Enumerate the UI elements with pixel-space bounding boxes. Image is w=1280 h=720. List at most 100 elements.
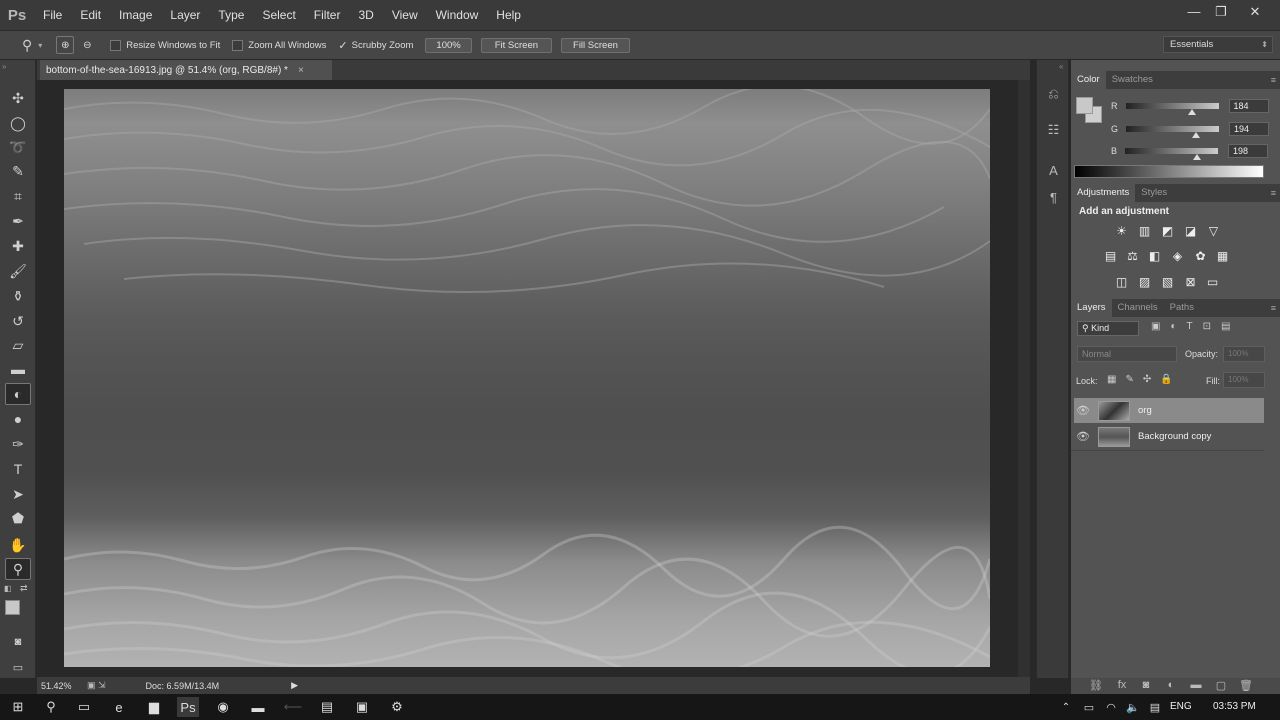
history-icon[interactable]: ⎌ [1043,84,1064,104]
healing-brush-tool-icon[interactable]: ✚ [5,235,31,257]
expand-icon[interactable]: « [1059,62,1063,71]
properties-icon[interactable]: ☷ [1043,120,1064,140]
menu-help[interactable]: Help [487,0,530,30]
layer-name[interactable]: org [1138,405,1152,416]
blue-slider[interactable] [1125,148,1219,160]
tab-paths[interactable]: Paths [1164,299,1200,317]
adjustment-layer-icon[interactable]: ◐ [1162,678,1180,692]
invert-icon[interactable]: ◫ [1113,275,1130,289]
clock[interactable]: 03:53 PM [1213,701,1256,712]
clone-stamp-tool-icon[interactable]: ⚱ [5,285,31,307]
menu-layer[interactable]: Layer [161,0,209,30]
gradient-tool-icon[interactable]: ▬ [5,358,31,380]
panel-menu-icon[interactable]: ≡ [1271,75,1276,85]
lock-icons[interactable]: ▦✎✣🔒 [1107,374,1182,385]
eye-icon[interactable]: 👁 [1074,430,1092,443]
restore-button[interactable]: ❐ [1205,0,1237,24]
close-tab-icon[interactable]: × [298,65,304,76]
zoom-out-icon[interactable]: ⊖ [78,36,96,54]
photo-filter-icon[interactable]: ◈ [1169,249,1186,263]
move-tool-icon[interactable]: ✣ [5,87,31,109]
path-selection-tool-icon[interactable]: ➤ [5,483,31,505]
brightness-icon[interactable]: ☀ [1113,224,1130,238]
collapse-icon[interactable]: » [2,62,6,71]
opacity-input[interactable]: 100% [1223,346,1265,362]
shape-tool-icon[interactable]: ⬟ [5,507,31,529]
gradient-map-icon[interactable]: ▭ [1204,275,1221,289]
character-icon[interactable]: A [1043,160,1064,180]
zoom-level[interactable]: 51.42% [41,681,81,691]
status-menu-arrow-icon[interactable]: ▶ [291,680,298,691]
document-tab[interactable]: bottom-of-the-sea-16913.jpg @ 51.4% (org… [40,60,332,80]
chrome-icon[interactable]: ◉ [212,697,234,717]
new-layer-icon[interactable]: ▢ [1212,678,1230,692]
hue-saturation-icon[interactable]: ▤ [1102,249,1119,263]
hand-tool-icon[interactable]: ✋ [5,534,31,556]
selective-color-icon[interactable]: ⊠ [1182,275,1199,289]
blue-thumb[interactable] [1193,154,1202,160]
red-slider[interactable] [1125,103,1219,115]
menu-select[interactable]: Select [253,0,304,30]
eye-icon[interactable]: 👁 [1074,404,1092,417]
vertical-scrollbar[interactable] [1018,80,1030,677]
fill-screen-button[interactable]: Fill Screen [561,37,630,53]
green-thumb[interactable] [1192,132,1201,138]
search-icon[interactable]: ⚲ [40,697,62,717]
tab-color[interactable]: Color [1071,71,1106,89]
wifi-icon[interactable]: ◠ [1100,697,1122,717]
task-view-icon[interactable]: ▭ [73,697,95,717]
file-explorer-icon[interactable]: ▆ [143,697,165,717]
layer-row-background-copy[interactable]: 👁 Background copy [1074,424,1264,449]
panel-menu-icon[interactable]: ≡ [1271,188,1276,198]
language-indicator[interactable]: ENG [1170,701,1192,712]
menu-edit[interactable]: Edit [71,0,110,30]
eyedropper-tool-icon[interactable]: ✒ [5,210,31,232]
vibrance-icon[interactable]: ▽ [1205,224,1222,238]
red-value[interactable]: 184 [1228,99,1269,113]
levels-icon[interactable]: ▥ [1136,224,1153,238]
app-icon[interactable]: ▤ [316,697,338,717]
fx-icon[interactable]: fx [1113,678,1131,692]
channel-mixer-icon[interactable]: ✿ [1192,249,1209,263]
quick-selection-tool-icon[interactable]: ✎ [5,160,31,182]
zoom-tool-icon[interactable]: ⚲ [5,558,31,580]
crop-tool-icon[interactable]: ⌗ [5,185,31,207]
chevron-up-icon[interactable]: ⌃ [1055,697,1077,717]
menu-file[interactable]: File [34,0,71,30]
blur-tool-icon[interactable]: ◐ [5,383,31,405]
layer-row-org[interactable]: 👁 org [1074,398,1264,423]
history-brush-tool-icon[interactable]: ↺ [5,310,31,332]
notification-icon[interactable]: ▤ [1144,697,1166,717]
curves-icon[interactable]: ◩ [1159,224,1176,238]
default-colors-icon[interactable]: ◧ [4,584,12,593]
menu-window[interactable]: Window [427,0,488,30]
volume-icon[interactable]: 🔈 [1122,697,1144,717]
threshold-icon[interactable]: ▧ [1159,275,1176,289]
blue-value[interactable]: 198 [1228,144,1269,158]
type-tool-icon[interactable]: T [5,458,31,480]
close-window-button[interactable]: ✕ [1239,0,1271,24]
tab-swatches[interactable]: Swatches [1106,71,1159,89]
checkmark-icon[interactable]: ✓ [338,39,347,52]
green-value[interactable]: 194 [1229,122,1270,136]
document-image[interactable] [64,89,990,667]
zoom-all-checkbox[interactable] [232,39,244,51]
windows-start-icon[interactable]: ⊞ [7,697,29,717]
layer-name[interactable]: Background copy [1138,431,1211,442]
quick-mask-icon[interactable]: ◙ [5,631,31,653]
paragraph-icon[interactable]: ¶ [1043,187,1064,207]
layer-filter-icons[interactable]: ▣◐T⊡▤ [1151,321,1240,332]
red-thumb[interactable] [1187,109,1196,115]
color-ramp[interactable] [1074,165,1264,178]
photoshop-taskbar-icon[interactable]: Ps [177,697,199,717]
green-slider[interactable] [1126,126,1220,138]
workspace-select[interactable]: Essentials ⬍ [1163,36,1273,53]
add-mask-icon[interactable]: ◙ [1137,678,1155,692]
brush-tool-icon[interactable]: 🖌 [5,260,31,282]
exposure-icon[interactable]: ◪ [1182,224,1199,238]
menu-view[interactable]: View [383,0,427,30]
dodge-tool-icon[interactable]: ● [5,408,31,430]
trash-icon[interactable]: 🗑 [1237,678,1255,692]
fg-color-swatch[interactable] [1076,97,1093,114]
edge-icon[interactable]: e [108,697,130,717]
